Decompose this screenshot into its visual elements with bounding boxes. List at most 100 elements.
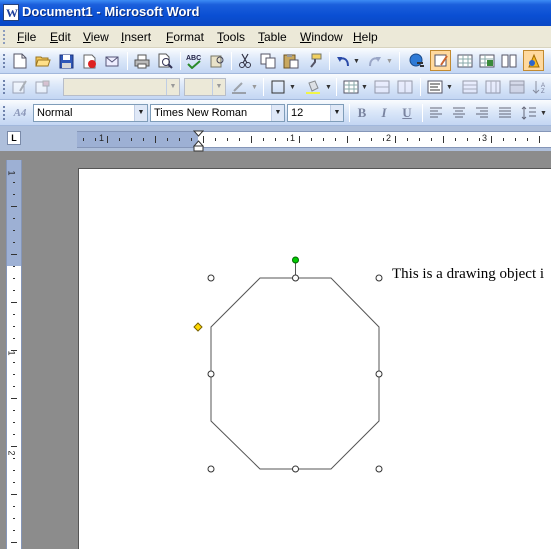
insert-table-small-icon[interactable] [341,77,361,97]
line-weight-dropdown[interactable]: ▼ [184,78,226,96]
resize-handle-top-right[interactable] [375,274,383,282]
svg-text:Z: Z [541,89,545,94]
eraser-icon[interactable] [33,77,53,97]
distribute-columns-icon[interactable] [483,77,503,97]
open-folder-icon[interactable] [33,51,53,71]
menu-insert[interactable]: Insert [119,30,153,44]
permission-icon[interactable] [79,51,99,71]
line-style-dropdown[interactable]: ▼ [63,78,180,96]
menu-help[interactable]: Help [351,30,380,44]
save-icon[interactable] [56,51,76,71]
resize-handle-top[interactable] [292,274,299,282]
bold-button[interactable]: B [352,103,372,123]
menu-file[interactable]: File [15,30,38,44]
insert-excel-icon[interactable] [477,51,497,71]
word-app-icon[interactable]: W [3,4,19,21]
toolbar-grip[interactable] [3,54,6,68]
resize-handle-bottom-left[interactable] [207,465,215,473]
toolbar-separator [420,78,421,96]
menu-window[interactable]: Window [298,30,345,44]
toolbar-grip[interactable] [3,30,6,44]
copy-icon[interactable] [258,51,278,71]
align-cell-dropdown-arrow[interactable]: ▼ [446,84,453,91]
ruler-tick [13,458,15,459]
justify-icon[interactable] [495,103,515,123]
ruler-tick [179,138,180,141]
menu-edit[interactable]: Edit [48,30,73,44]
ruler-tick [275,138,276,141]
print-preview-icon[interactable] [155,51,175,71]
borders-icon[interactable] [268,77,288,97]
border-color-dropdown-arrow[interactable]: ▼ [251,84,258,91]
table-autoformat-icon[interactable] [507,77,527,97]
toolbar-separator [399,52,400,70]
split-cells-icon[interactable] [395,77,415,97]
align-right-icon[interactable] [472,103,492,123]
tables-borders-icon[interactable] [430,50,451,71]
insert-table-dropdown-arrow[interactable]: ▼ [361,84,368,91]
format-painter-icon[interactable] [304,51,324,71]
font-dropdown[interactable]: Times New Roman ▼ [150,104,285,122]
resize-handle-left[interactable] [207,370,215,378]
print-icon[interactable] [132,51,152,71]
resize-handle-bottom-right[interactable] [375,465,383,473]
merge-cells-icon[interactable] [372,77,392,97]
resize-handle-top-left[interactable] [207,274,215,282]
drawing-toolbar-icon[interactable] [523,50,544,71]
undo-dropdown-arrow[interactable]: ▼ [353,58,360,65]
paste-icon[interactable] [281,51,301,71]
italic-button[interactable]: I [374,103,394,123]
document-page[interactable] [78,168,551,549]
indent-marker[interactable] [192,130,205,152]
style-dropdown[interactable]: Normal ▼ [33,104,148,122]
tab-selector[interactable]: L [7,131,21,145]
line-spacing-icon[interactable] [519,103,539,123]
menu-tools[interactable]: Tools [215,30,247,44]
document-text[interactable]: This is a drawing object i [392,266,544,283]
undo-icon[interactable] [333,51,353,71]
redo-dropdown-arrow[interactable]: ▼ [386,58,393,65]
spelling-grammar-icon[interactable]: ABC [184,51,204,71]
cut-icon[interactable] [235,51,255,71]
borders-dropdown-arrow[interactable]: ▼ [289,84,296,91]
ruler-tick [13,470,15,471]
toolbar-grip[interactable] [3,80,6,94]
title-bar[interactable]: W Document1 - Microsoft Word [0,0,551,26]
menu-format[interactable]: Format [164,30,206,44]
ruler-tick [13,230,15,231]
vertical-ruler[interactable]: 1 1 2 [6,160,22,549]
toolbar-grip[interactable] [3,106,6,120]
toolbar-separator [336,78,337,96]
align-center-icon[interactable] [449,103,469,123]
rotation-handle[interactable] [292,256,299,264]
shading-color-icon[interactable] [303,77,323,97]
insert-table-icon[interactable] [455,51,475,71]
draw-table-icon[interactable] [10,77,30,97]
distribute-rows-icon[interactable] [460,77,480,97]
border-color-icon[interactable] [229,77,249,97]
horizontal-ruler[interactable]: 1 1 2 3 [77,131,551,148]
redo-icon[interactable] [365,51,385,71]
align-cell-icon[interactable] [425,77,445,97]
ruler-tick [167,138,168,141]
ruler-tick [83,138,84,141]
email-icon[interactable] [102,51,122,71]
ruler-tick [13,530,15,531]
styles-formatting-icon[interactable]: A4 [10,103,30,123]
research-icon[interactable] [207,51,227,71]
shading-dropdown-arrow[interactable]: ▼ [325,84,332,91]
resize-handle-bottom[interactable] [292,465,299,473]
new-document-icon[interactable] [10,51,30,71]
menu-view[interactable]: View [81,30,111,44]
line-spacing-dropdown-arrow[interactable]: ▼ [540,110,547,117]
underline-button[interactable]: U [397,103,417,123]
ruler-tick [119,138,120,141]
insert-hyperlink-icon[interactable] [407,51,427,71]
menu-table[interactable]: Table [256,30,289,44]
resize-handle-right[interactable] [375,370,383,378]
columns-icon[interactable] [499,51,519,71]
sort-icon[interactable]: AZ [530,77,550,97]
font-size-dropdown[interactable]: 12 ▼ [287,104,344,122]
ruler-tick [13,338,15,339]
align-left-icon[interactable] [426,103,446,123]
